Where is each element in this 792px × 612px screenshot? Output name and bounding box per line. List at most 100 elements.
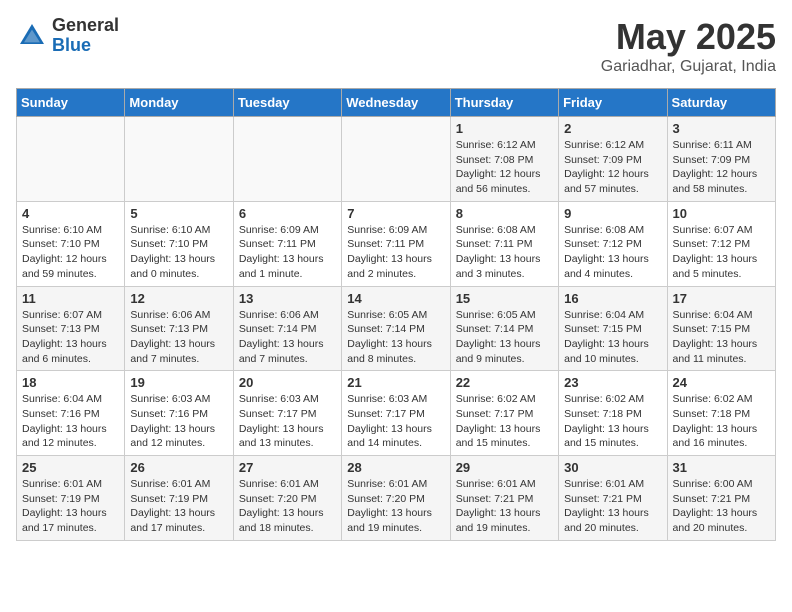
title-block: May 2025 Gariadhar, Gujarat, India: [601, 16, 776, 76]
day-number: 6: [239, 206, 336, 221]
calendar-cell: 11Sunrise: 6:07 AMSunset: 7:13 PMDayligh…: [17, 286, 125, 371]
day-number: 14: [347, 291, 444, 306]
day-info: Sunrise: 6:05 AMSunset: 7:14 PMDaylight:…: [347, 308, 444, 367]
col-saturday: Saturday: [667, 89, 775, 117]
day-number: 2: [564, 121, 661, 136]
day-info: Sunrise: 6:01 AMSunset: 7:21 PMDaylight:…: [564, 477, 661, 536]
day-info: Sunrise: 6:02 AMSunset: 7:18 PMDaylight:…: [673, 392, 770, 451]
logo: General Blue: [16, 16, 119, 56]
calendar-cell: 20 Sunrise: 6:03 AMSunset: 7:17 PMDayligh…: [233, 371, 341, 456]
day-number: 27: [239, 460, 336, 475]
day-info: Sunrise: 6:08 AMSunset: 7:11 PMDaylight:…: [456, 223, 553, 282]
calendar-cell: 14 Sunrise: 6:05 AMSunset: 7:14 PMDayligh…: [342, 286, 450, 371]
day-number: 13: [239, 291, 336, 306]
day-number: 17: [673, 291, 770, 306]
logo-icon: [16, 20, 48, 52]
calendar-week-2: 4Sunrise: 6:10 AMSunset: 7:10 PMDaylight…: [17, 201, 776, 286]
calendar-cell: 1 Sunrise: 6:12 AMSunset: 7:08 PMDaylight…: [450, 117, 558, 202]
calendar-cell: 15Sunrise: 6:05 AMSunset: 7:14 PMDayligh…: [450, 286, 558, 371]
calendar-table: Sunday Monday Tuesday Wednesday Thursday…: [16, 88, 776, 541]
calendar-cell: 6 Sunrise: 6:09 AMSunset: 7:11 PMDaylight…: [233, 201, 341, 286]
calendar-cell: [342, 117, 450, 202]
day-info: Sunrise: 6:01 AMSunset: 7:19 PMDaylight:…: [22, 477, 119, 536]
logo-blue-text: Blue: [52, 36, 119, 56]
day-number: 11: [22, 291, 119, 306]
day-number: 9: [564, 206, 661, 221]
calendar-week-3: 11Sunrise: 6:07 AMSunset: 7:13 PMDayligh…: [17, 286, 776, 371]
day-number: 5: [130, 206, 227, 221]
day-info: Sunrise: 6:11 AMSunset: 7:09 PMDaylight:…: [673, 138, 770, 197]
day-info: Sunrise: 6:03 AMSunset: 7:16 PMDaylight:…: [130, 392, 227, 451]
day-number: 10: [673, 206, 770, 221]
calendar-body: 1 Sunrise: 6:12 AMSunset: 7:08 PMDaylight…: [17, 117, 776, 541]
day-number: 28: [347, 460, 444, 475]
calendar-cell: 8 Sunrise: 6:08 AMSunset: 7:11 PMDaylight…: [450, 201, 558, 286]
page-header: General Blue May 2025 Gariadhar, Gujarat…: [16, 16, 776, 76]
calendar-cell: 19 Sunrise: 6:03 AMSunset: 7:16 PMDayligh…: [125, 371, 233, 456]
calendar-cell: 16Sunrise: 6:04 AMSunset: 7:15 PMDayligh…: [559, 286, 667, 371]
day-number: 29: [456, 460, 553, 475]
calendar-cell: 10 Sunrise: 6:07 AMSunset: 7:12 PMDayligh…: [667, 201, 775, 286]
logo-general-text: General: [52, 16, 119, 36]
calendar-cell: 22 Sunrise: 6:02 AMSunset: 7:17 PMDayligh…: [450, 371, 558, 456]
day-info: Sunrise: 6:02 AMSunset: 7:18 PMDaylight:…: [564, 392, 661, 451]
day-info: Sunrise: 6:01 AMSunset: 7:21 PMDaylight:…: [456, 477, 553, 536]
day-info: Sunrise: 6:06 AMSunset: 7:14 PMDaylight:…: [239, 308, 336, 367]
calendar-cell: [17, 117, 125, 202]
calendar-cell: 12Sunrise: 6:06 AMSunset: 7:13 PMDayligh…: [125, 286, 233, 371]
day-info: Sunrise: 6:10 AMSunset: 7:10 PMDaylight:…: [22, 223, 119, 282]
calendar-week-4: 18Sunrise: 6:04 AMSunset: 7:16 PMDayligh…: [17, 371, 776, 456]
calendar-week-1: 1 Sunrise: 6:12 AMSunset: 7:08 PMDaylight…: [17, 117, 776, 202]
day-info: Sunrise: 6:03 AMSunset: 7:17 PMDaylight:…: [347, 392, 444, 451]
calendar-header: Sunday Monday Tuesday Wednesday Thursday…: [17, 89, 776, 117]
logo-text: General Blue: [52, 16, 119, 56]
calendar-cell: 29 Sunrise: 6:01 AMSunset: 7:21 PMDayligh…: [450, 456, 558, 541]
calendar-cell: 26Sunrise: 6:01 AMSunset: 7:19 PMDayligh…: [125, 456, 233, 541]
day-info: Sunrise: 6:04 AMSunset: 7:15 PMDaylight:…: [673, 308, 770, 367]
calendar-cell: 17 Sunrise: 6:04 AMSunset: 7:15 PMDayligh…: [667, 286, 775, 371]
col-sunday: Sunday: [17, 89, 125, 117]
calendar-cell: 3 Sunrise: 6:11 AMSunset: 7:09 PMDaylight…: [667, 117, 775, 202]
day-number: 16: [564, 291, 661, 306]
day-number: 20: [239, 375, 336, 390]
calendar-cell: 13 Sunrise: 6:06 AMSunset: 7:14 PMDayligh…: [233, 286, 341, 371]
month-title: May 2025: [601, 16, 776, 58]
day-number: 1: [456, 121, 553, 136]
header-row: Sunday Monday Tuesday Wednesday Thursday…: [17, 89, 776, 117]
day-info: Sunrise: 6:09 AMSunset: 7:11 PMDaylight:…: [347, 223, 444, 282]
day-info: Sunrise: 6:03 AMSunset: 7:17 PMDaylight:…: [239, 392, 336, 451]
calendar-cell: 21 Sunrise: 6:03 AMSunset: 7:17 PMDayligh…: [342, 371, 450, 456]
calendar-cell: 27Sunrise: 6:01 AMSunset: 7:20 PMDayligh…: [233, 456, 341, 541]
day-number: 30: [564, 460, 661, 475]
day-info: Sunrise: 6:04 AMSunset: 7:16 PMDaylight:…: [22, 392, 119, 451]
day-info: Sunrise: 6:07 AMSunset: 7:12 PMDaylight:…: [673, 223, 770, 282]
col-tuesday: Tuesday: [233, 89, 341, 117]
calendar-cell: [233, 117, 341, 202]
calendar-cell: 25Sunrise: 6:01 AMSunset: 7:19 PMDayligh…: [17, 456, 125, 541]
calendar-cell: 5Sunrise: 6:10 AMSunset: 7:10 PMDaylight…: [125, 201, 233, 286]
day-number: 24: [673, 375, 770, 390]
day-info: Sunrise: 6:01 AMSunset: 7:19 PMDaylight:…: [130, 477, 227, 536]
day-number: 3: [673, 121, 770, 136]
calendar-cell: 24 Sunrise: 6:02 AMSunset: 7:18 PMDayligh…: [667, 371, 775, 456]
day-number: 22: [456, 375, 553, 390]
day-number: 8: [456, 206, 553, 221]
col-thursday: Thursday: [450, 89, 558, 117]
day-number: 21: [347, 375, 444, 390]
day-info: Sunrise: 6:02 AMSunset: 7:17 PMDaylight:…: [456, 392, 553, 451]
day-number: 31: [673, 460, 770, 475]
calendar-cell: 18Sunrise: 6:04 AMSunset: 7:16 PMDayligh…: [17, 371, 125, 456]
day-info: Sunrise: 6:09 AMSunset: 7:11 PMDaylight:…: [239, 223, 336, 282]
day-info: Sunrise: 6:06 AMSunset: 7:13 PMDaylight:…: [130, 308, 227, 367]
day-info: Sunrise: 6:05 AMSunset: 7:14 PMDaylight:…: [456, 308, 553, 367]
calendar-cell: 31 Sunrise: 6:00 AMSunset: 7:21 PMDayligh…: [667, 456, 775, 541]
day-info: Sunrise: 6:12 AMSunset: 7:09 PMDaylight:…: [564, 138, 661, 197]
day-info: Sunrise: 6:01 AMSunset: 7:20 PMDaylight:…: [347, 477, 444, 536]
col-wednesday: Wednesday: [342, 89, 450, 117]
calendar-cell: [125, 117, 233, 202]
day-info: Sunrise: 6:12 AMSunset: 7:08 PMDaylight:…: [456, 138, 553, 197]
day-number: 19: [130, 375, 227, 390]
calendar-cell: 7Sunrise: 6:09 AMSunset: 7:11 PMDaylight…: [342, 201, 450, 286]
day-info: Sunrise: 6:00 AMSunset: 7:21 PMDaylight:…: [673, 477, 770, 536]
calendar-cell: 4Sunrise: 6:10 AMSunset: 7:10 PMDaylight…: [17, 201, 125, 286]
